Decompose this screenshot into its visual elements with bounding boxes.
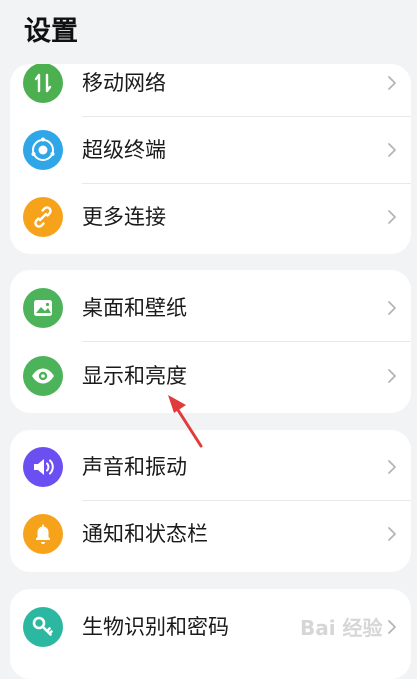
super-device-icon — [23, 130, 63, 170]
updown-arrows-icon — [23, 64, 63, 103]
settings-item-label: 声音和振动 — [82, 455, 187, 479]
settings-group-connectivity: 移动网络 超级终端 更多连接 — [10, 64, 411, 254]
settings-item-sound-vibration[interactable]: 声音和振动 — [10, 434, 411, 500]
settings-group-display: 桌面和壁纸 显示和亮度 — [10, 270, 411, 413]
link-icon — [23, 197, 63, 237]
settings-item-desktop-wallpaper[interactable]: 桌面和壁纸 — [10, 275, 411, 341]
settings-item-label: 桌面和壁纸 — [82, 296, 187, 320]
settings-item-label: 通知和状态栏 — [82, 522, 208, 546]
chevron-right-icon — [388, 301, 396, 315]
chevron-right-icon — [388, 143, 396, 157]
settings-item-label: 移动网络 — [82, 71, 166, 95]
page-title: 设置 — [24, 16, 78, 47]
settings-item-label: 生物识别和密码 — [82, 615, 229, 639]
speaker-icon — [23, 447, 63, 487]
chevron-right-icon — [388, 369, 396, 383]
settings-item-more-connections[interactable]: 更多连接 — [10, 184, 411, 250]
image-icon — [23, 288, 63, 328]
settings-item-label: 显示和亮度 — [82, 364, 187, 388]
chevron-right-icon — [388, 460, 396, 474]
bell-icon — [23, 514, 63, 554]
settings-item-label: 超级终端 — [82, 138, 166, 162]
chevron-right-icon — [388, 210, 396, 224]
settings-item-label: 更多连接 — [82, 205, 166, 229]
chevron-right-icon — [388, 527, 396, 541]
settings-group-sound-notifications: 声音和振动 通知和状态栏 — [10, 430, 411, 572]
key-icon — [23, 607, 63, 647]
settings-item-display-brightness[interactable]: 显示和亮度 — [10, 343, 411, 409]
watermark: Bai 经验 — [300, 616, 383, 640]
settings-item-notifications-statusbar[interactable]: 通知和状态栏 — [10, 501, 411, 567]
eye-icon — [23, 356, 63, 396]
divider — [82, 341, 411, 342]
chevron-right-icon — [388, 76, 396, 90]
settings-item-mobile-network[interactable]: 移动网络 — [10, 64, 411, 116]
settings-item-super-device[interactable]: 超级终端 — [10, 117, 411, 183]
